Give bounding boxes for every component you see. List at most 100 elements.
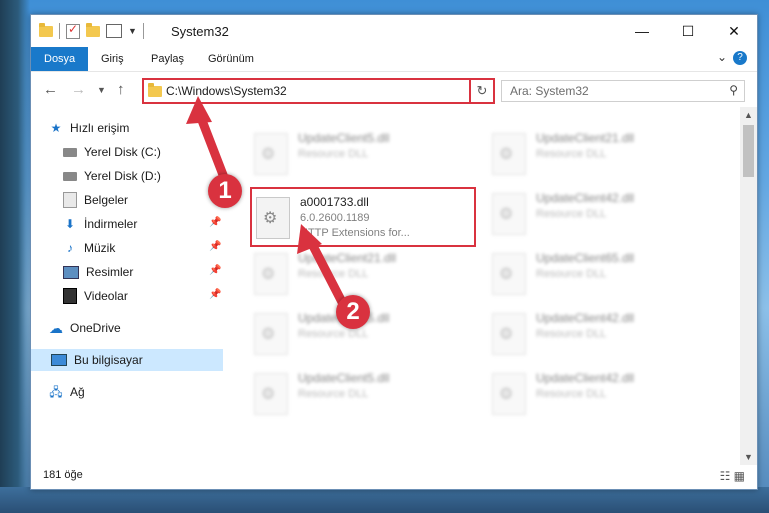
scroll-down-icon[interactable]: ▼ (744, 452, 753, 462)
nav-item-label: OneDrive (70, 321, 121, 335)
tab-dosya[interactable]: Dosya (31, 47, 89, 71)
customize-toolbar-icon[interactable] (106, 24, 122, 38)
forward-arrow-icon[interactable]: → (71, 81, 86, 98)
nav-item-indirmeler[interactable]: ⬇ İndirmeler (63, 213, 137, 235)
file-item[interactable]: UpdateClient42.dll Resource DLL (488, 187, 708, 237)
toolbar-dropdown-icon[interactable]: ▼ (128, 26, 137, 36)
properties-check-icon[interactable] (66, 22, 80, 39)
desktop-background-sea (0, 487, 769, 513)
nav-item-disk-c[interactable]: Yerel Disk (C:) (63, 141, 161, 163)
up-arrow-icon[interactable]: ↑ (117, 81, 125, 98)
folder-icon (148, 83, 162, 97)
search-input[interactable]: Ara: System32 ⚲ (501, 80, 745, 102)
nav-item-quick-access[interactable]: ★ Hızlı erişim (49, 117, 130, 139)
file-item[interactable]: UpdateClient21.dll Resource DLL (488, 127, 708, 177)
file-name: UpdateClient5.dll (298, 371, 390, 385)
dll-file-icon (254, 373, 288, 415)
desktop-background (0, 0, 30, 513)
file-item[interactable]: UpdateClient21.dll Resource DLL (250, 247, 470, 297)
dll-file-icon (492, 193, 526, 235)
file-description: Resource DLL (536, 388, 607, 400)
window-controls: — ☐ ✕ (619, 15, 757, 47)
address-bar[interactable]: C:\Windows\System32 ⌄ (142, 78, 495, 104)
file-description: Resource DLL (536, 328, 607, 340)
toolbar-separator (142, 23, 144, 39)
dll-file-icon (254, 133, 288, 175)
download-icon: ⬇ (64, 217, 76, 231)
tab-giris[interactable]: Giriş (101, 47, 124, 71)
pin-icon[interactable]: 📌 (209, 241, 221, 252)
pin-icon[interactable]: 📌 (209, 217, 221, 228)
help-icon[interactable]: ? (733, 51, 747, 65)
nav-item-muzik[interactable]: ♪ Müzik (63, 237, 115, 259)
cloud-icon: ☁ (49, 320, 63, 336)
file-list: UpdateClient5.dll Resource DLL a0001733.… (226, 107, 740, 465)
nav-item-label: Yerel Disk (C:) (84, 145, 161, 159)
file-description: Resource DLL (536, 208, 607, 220)
item-count: 181 öğe (43, 469, 83, 481)
step-marker-2: 2 (336, 295, 370, 329)
file-name: UpdateClient21.dll (298, 251, 397, 265)
file-description: Resource DLL (536, 148, 607, 160)
selected-file-highlight[interactable]: a0001733.dll 6.0.2600.1189 HTTP Extensio… (250, 187, 476, 247)
back-arrow-icon[interactable]: ← (43, 81, 58, 98)
music-icon: ♪ (67, 241, 73, 255)
file-item[interactable]: UpdateClient5.dll Resource DLL (250, 127, 470, 177)
dll-file-icon (256, 197, 290, 239)
file-name: UpdateClient65.dll (536, 251, 635, 265)
nav-item-label: Videolar (84, 289, 128, 303)
chevron-down-icon[interactable]: ⌄ (717, 50, 727, 64)
nav-item-label: Belgeler (84, 193, 129, 207)
file-description: HTTP Extensions for... (300, 227, 410, 239)
nav-item-onedrive[interactable]: ☁ OneDrive (49, 317, 121, 339)
dll-file-icon (492, 373, 526, 415)
dll-file-icon (492, 313, 526, 355)
file-name: UpdateClient5.dll (298, 131, 390, 145)
file-item[interactable]: UpdateClient42.dll Resource DLL (488, 307, 708, 357)
minimize-button[interactable]: — (619, 15, 665, 47)
nav-item-resimler[interactable]: Resimler (63, 261, 133, 283)
file-item[interactable]: UpdateClient5.dll Resource DLL (250, 367, 470, 417)
dll-file-icon (254, 253, 288, 295)
step-marker-1: 1 (208, 174, 242, 208)
documents-icon (63, 192, 77, 208)
file-name: UpdateClient42.dll (536, 371, 635, 385)
dll-file-icon (254, 313, 288, 355)
tab-paylas[interactable]: Paylaş (151, 47, 184, 71)
nav-item-label: Müzik (84, 241, 116, 255)
vertical-scrollbar[interactable]: ▲ ▼ (740, 107, 757, 465)
file-item[interactable]: UpdateClient42.dll Resource DLL (488, 367, 708, 417)
dll-file-icon (492, 253, 526, 295)
scrollbar-thumb[interactable] (743, 125, 754, 177)
window-title: System32 (171, 24, 229, 39)
new-folder-icon[interactable] (86, 22, 100, 37)
file-item-a0001733[interactable]: a0001733.dll 6.0.2600.1189 HTTP Extensio… (252, 191, 472, 241)
file-name: UpdateClient21.dll (536, 131, 635, 145)
close-button[interactable]: ✕ (711, 15, 757, 47)
scroll-up-icon[interactable]: ▲ (744, 110, 753, 120)
recent-dropdown-icon[interactable]: ▼ (97, 85, 106, 95)
file-version: 6.0.2600.1189 (300, 212, 370, 224)
nav-item-network[interactable]: 🖧 Ağ (49, 381, 85, 403)
star-icon: ★ (50, 121, 62, 135)
nav-item-belgeler[interactable]: Belgeler (63, 189, 128, 211)
file-name: UpdateClient42.dll (536, 191, 635, 205)
tab-gorunum[interactable]: Görünüm (208, 47, 254, 71)
refresh-button[interactable]: ↻ (469, 78, 495, 104)
nav-item-label: Ağ (70, 385, 85, 399)
file-item[interactable]: UpdateClient65.dll Resource DLL (488, 247, 708, 297)
pin-icon[interactable]: 📌 (209, 289, 221, 300)
file-description: Resource DLL (298, 328, 369, 340)
toolbar-separator (59, 23, 60, 39)
view-toggle-icons[interactable]: ☷ ▦ (720, 469, 745, 483)
drive-icon (63, 171, 77, 181)
maximize-button[interactable]: ☐ (665, 15, 711, 47)
nav-item-this-pc[interactable]: Bu bilgisayar (31, 349, 223, 371)
nav-item-disk-d[interactable]: Yerel Disk (D:) (63, 165, 161, 187)
computer-icon (51, 354, 67, 366)
dll-file-icon (492, 133, 526, 175)
pin-icon[interactable]: 📌 (209, 265, 221, 276)
nav-item-videolar[interactable]: Videolar (63, 285, 128, 307)
address-path: C:\Windows\System32 (166, 84, 287, 98)
ribbon-tabs: Dosya Giriş Paylaş Görünüm ⌄ ? (31, 47, 757, 71)
